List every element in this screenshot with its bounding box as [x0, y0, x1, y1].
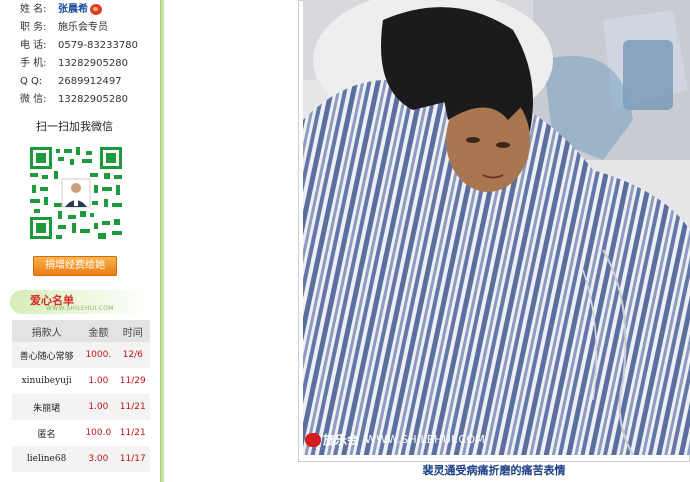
wechat-qr-code	[28, 145, 124, 241]
love-list-header: 爱心名单 WWW.SHILEHUI.COM	[10, 290, 150, 314]
patient-photo	[303, 0, 690, 455]
scan-prompt: 扫一扫加我微信	[36, 120, 113, 133]
role-value: 施乐会专员	[58, 22, 108, 33]
donation-amount: 1000.	[81, 342, 116, 368]
wechat-value: 13282905280	[58, 94, 128, 105]
profile-name-row: 姓 名: 张晨希	[20, 2, 102, 18]
donor-table-header-row: 捐款人 金额 时间	[12, 320, 150, 342]
donation-amount: 100.0	[85, 428, 112, 438]
photo-caption: 裴灵通受病痛折磨的痛苦表情	[422, 464, 566, 477]
sidebar: 姓 名: 张晨希 职 务: 施乐会专员 电 话: 0579-83233780 手 机:…	[0, 0, 160, 482]
donation-time: 11/29	[119, 376, 146, 386]
donation-time: 11/21	[119, 428, 146, 438]
table-row: 朱丽珺 1.00 11/21	[12, 394, 150, 420]
column-header-time: 时间	[115, 320, 150, 342]
donation-amount: 1.00	[81, 394, 116, 420]
mobile-label: 手 机:	[20, 58, 47, 69]
donation-amount: 3.00	[81, 446, 116, 472]
profile-qq-row: Q Q: 2689912497	[20, 74, 122, 90]
profile-wechat-row: 微 信: 13282905280	[20, 92, 128, 108]
photo-watermark: 施乐会 WWW.SHILEHUI.COM	[305, 431, 485, 453]
phone-label: 电 话:	[20, 40, 47, 51]
donate-button[interactable]: 捐增经费给她	[33, 256, 117, 276]
donor-name[interactable]: xinuibeyuji	[12, 368, 81, 394]
phone-value: 0579-83233780	[58, 40, 138, 51]
donation-time: 11/17	[115, 446, 150, 472]
column-header-amount: 金额	[81, 320, 116, 342]
love-list-subtitle: WWW.SHILEHUI.COM	[46, 305, 114, 312]
donor-name[interactable]: lieline68	[12, 446, 82, 472]
donation-time: 11/21	[115, 394, 150, 420]
table-row: 善心随心常够 1000. 12/6	[12, 342, 150, 368]
profile-mobile-row: 手 机: 13282905280	[20, 56, 128, 72]
donor-name[interactable]: 善心随心常够	[12, 342, 82, 368]
watermark-url: WWW.SHILEHUI.COM	[365, 433, 486, 446]
name-label: 姓 名:	[20, 4, 47, 15]
qq-label: Q Q:	[20, 76, 43, 87]
table-row: 匿名 100.0 11/21	[12, 420, 150, 446]
role-label: 职 务:	[20, 22, 47, 33]
table-row: xinuibeyuji 1.00 11/29	[12, 368, 150, 394]
donation-amount: 1.00	[88, 376, 109, 386]
heart-logo-icon	[305, 432, 321, 447]
donor-table: 捐款人 金额 时间 善心随心常够 1000. 12/6 xinuibeyuji …	[12, 320, 150, 472]
column-header-donor: 捐款人	[12, 320, 82, 342]
weibo-icon[interactable]	[90, 3, 102, 15]
mobile-value: 13282905280	[58, 58, 128, 69]
name-value[interactable]: 张晨希	[58, 4, 88, 15]
qq-value: 2689912497	[58, 76, 122, 87]
profile-role-row: 职 务: 施乐会专员	[20, 20, 108, 36]
table-row: lieline68 3.00 11/17	[12, 446, 150, 472]
watermark-brand: 施乐会	[323, 433, 360, 447]
wechat-label: 微 信:	[20, 94, 47, 105]
donation-time: 12/6	[115, 342, 150, 368]
donor-name[interactable]: 匿名	[12, 420, 81, 446]
profile-phone-row: 电 话: 0579-83233780	[20, 38, 138, 54]
donor-name[interactable]: 朱丽珺	[12, 394, 82, 420]
